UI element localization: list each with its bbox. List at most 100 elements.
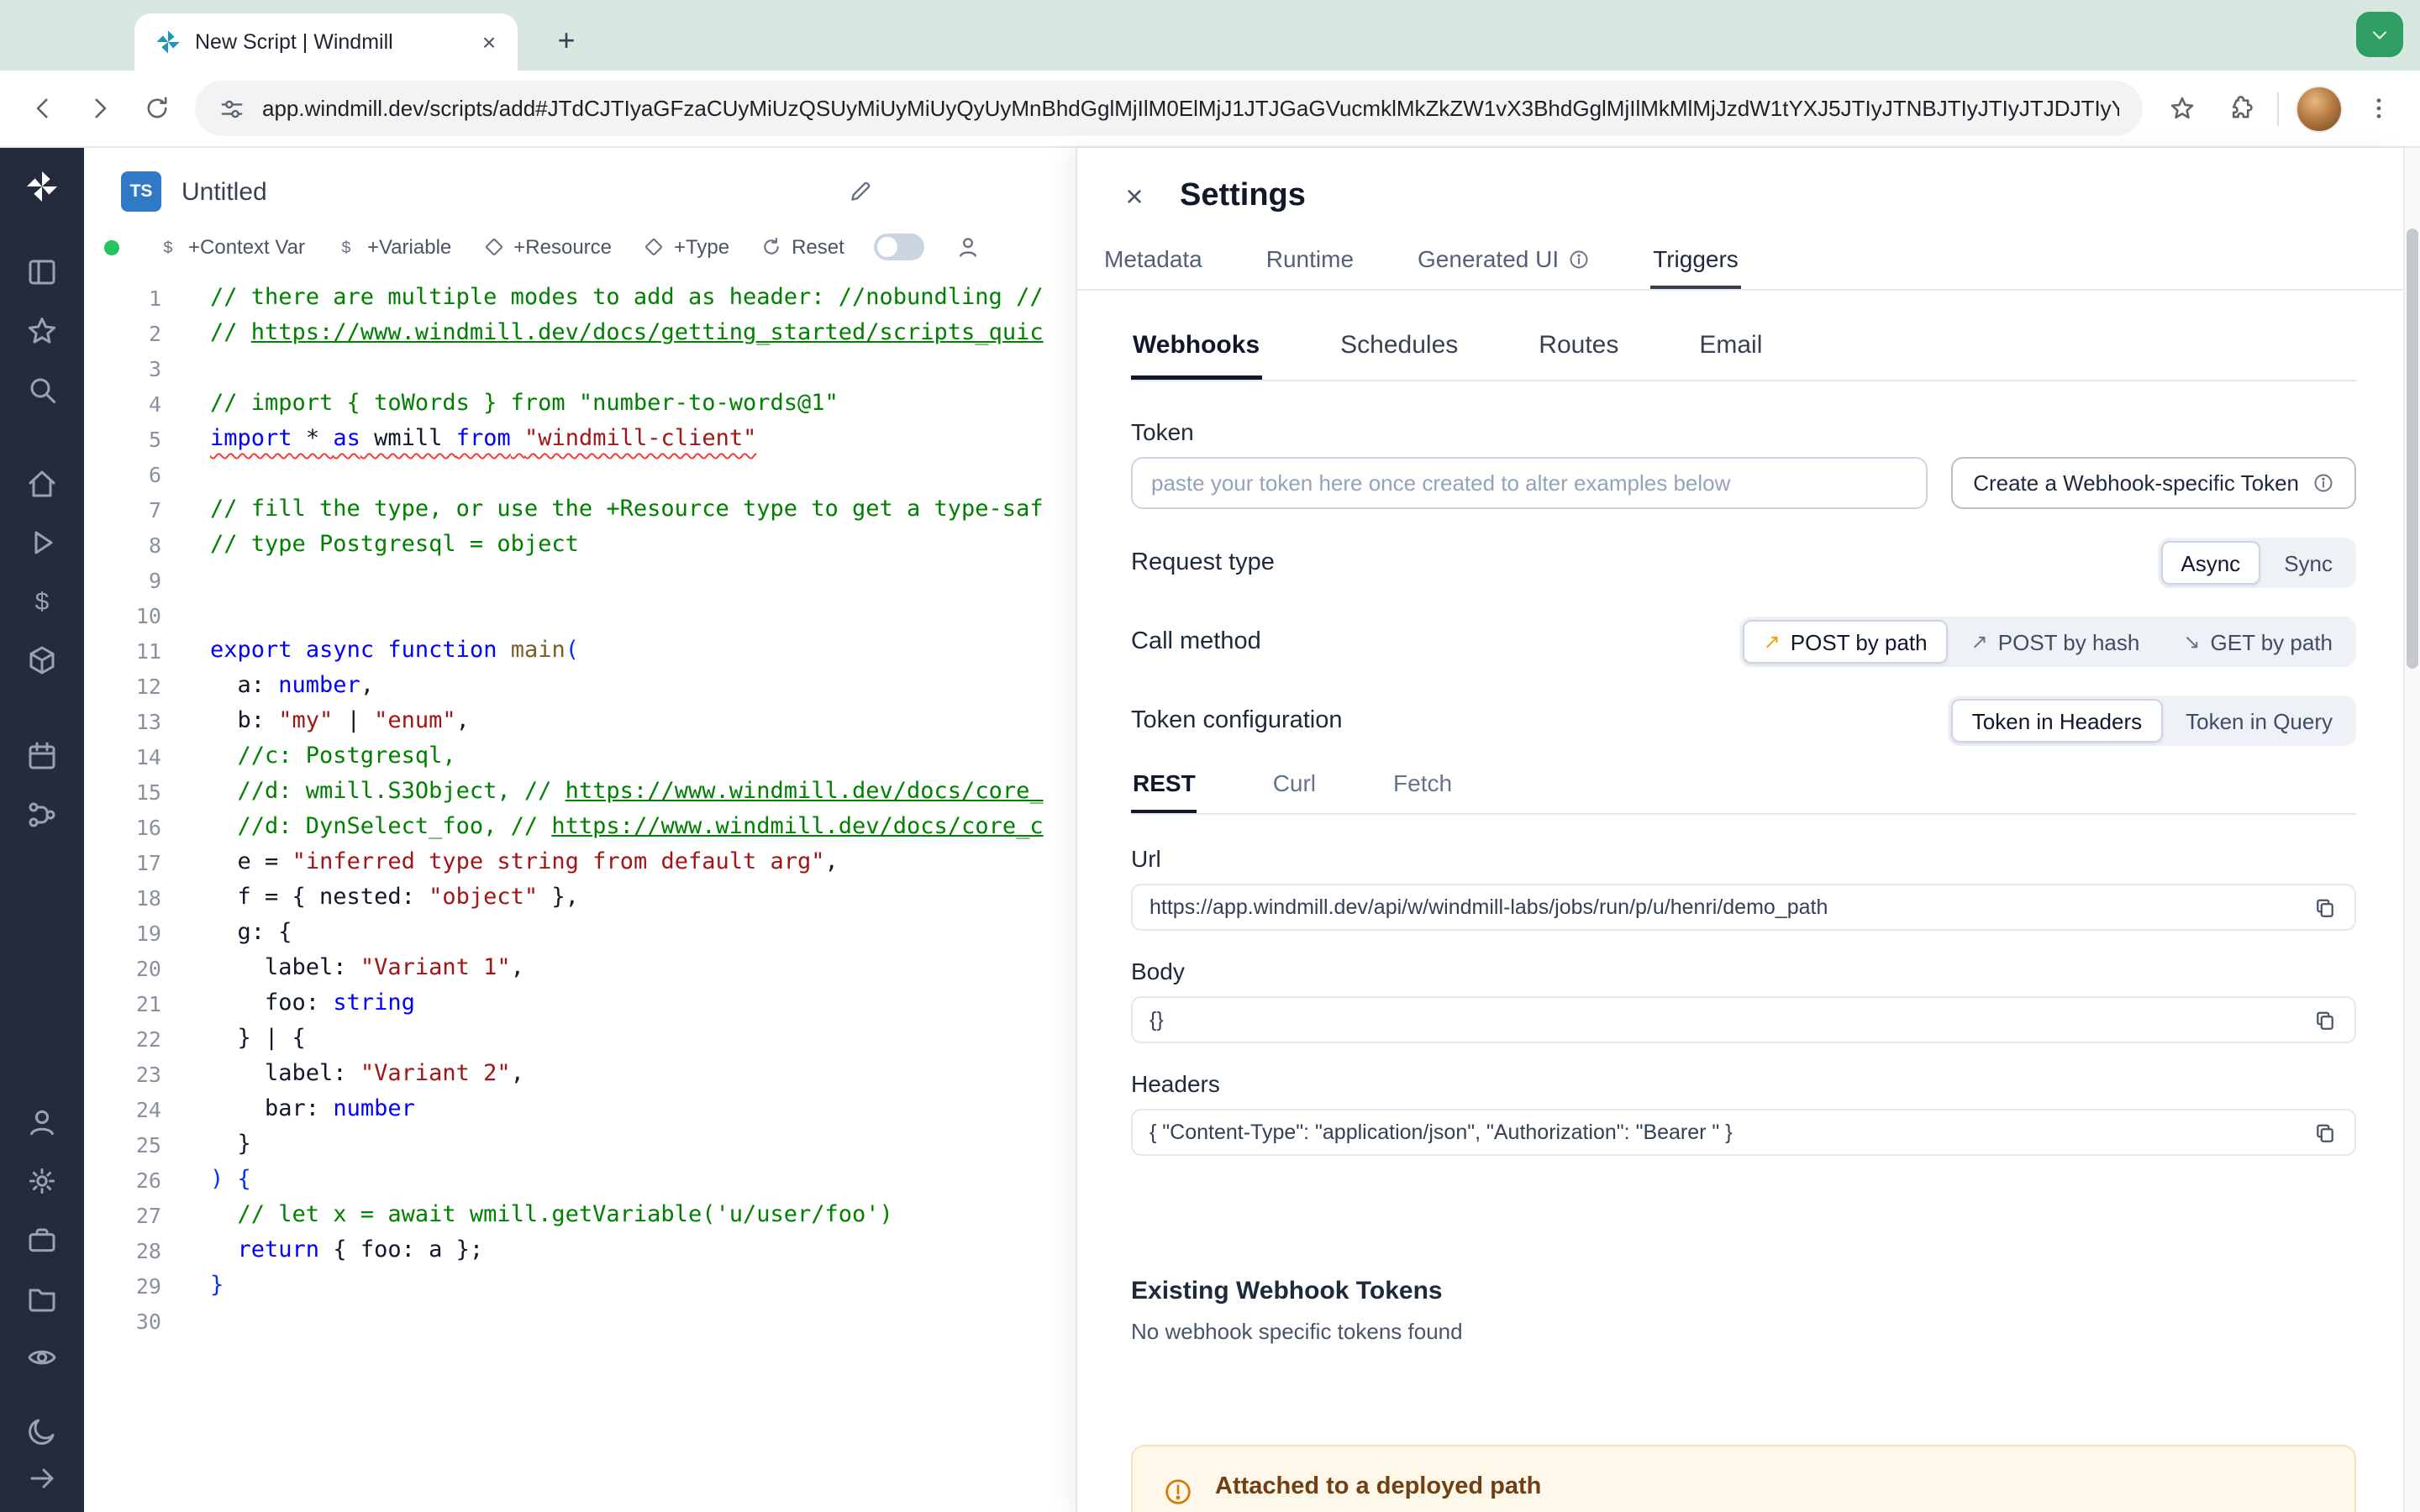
code-line[interactable]: 1 // there are multiple modes to add as h… (84, 281, 1076, 316)
code-line[interactable]: 30 (84, 1304, 1076, 1339)
body-value-box[interactable]: {} (1131, 996, 2356, 1043)
tab-triggers[interactable]: Triggers (1649, 239, 1742, 289)
resource-button[interactable]: +Resource (481, 235, 612, 259)
token-in-query-button[interactable]: Token in Query (2165, 699, 2353, 743)
flows-icon[interactable] (25, 798, 59, 832)
collapse-sidebar-icon[interactable] (25, 1462, 59, 1495)
code-line[interactable]: 27 // let x = await wmill.getVariable('u… (84, 1198, 1076, 1233)
post-by-path-button[interactable]: ↗ POST by path (1743, 620, 1948, 664)
code-line[interactable]: 2 // https://www.windmill.dev/docs/gettin… (84, 316, 1076, 351)
edit-title-pencil-icon[interactable] (847, 178, 874, 205)
code-line[interactable]: 9 (84, 563, 1076, 598)
tab-webhooks[interactable]: Webhooks (1131, 331, 1261, 380)
async-button[interactable]: Async (2160, 541, 2261, 585)
line-number: 18 (135, 885, 161, 911)
tab-rest[interactable]: REST (1131, 769, 1197, 813)
tab-routes[interactable]: Routes (1537, 331, 1620, 380)
reset-button[interactable]: Reset (760, 235, 844, 259)
copy-icon[interactable] (2312, 1120, 2338, 1145)
workspace-icon[interactable] (25, 255, 59, 289)
dark-mode-icon[interactable] (25, 1415, 59, 1448)
back-icon[interactable] (13, 80, 71, 137)
token-input[interactable] (1131, 457, 1928, 509)
code-line[interactable]: 20 label: "Variant 1", (84, 951, 1076, 986)
audit-logs-icon[interactable] (25, 1341, 59, 1374)
code-line[interactable]: 24 bar: number (84, 1092, 1076, 1127)
editor-toggle[interactable] (874, 234, 925, 260)
code-line[interactable]: 28 return { foo: a }; (84, 1233, 1076, 1268)
token-in-headers-button[interactable]: Token in Headers (1951, 699, 2163, 743)
url-value-box[interactable]: https://app.windmill.dev/api/w/windmill-… (1131, 884, 2356, 931)
code-editor[interactable]: 1 // there are multiple modes to add as h… (84, 281, 1076, 1339)
code-line[interactable]: 7 // fill the type, or use the +Resource … (84, 492, 1076, 528)
schedules-icon[interactable] (25, 739, 59, 773)
code-line[interactable]: 15 //d: wmill.S3Object, // https://www.w… (84, 774, 1076, 810)
code-line[interactable]: 12 a: number, (84, 669, 1076, 704)
tab-email[interactable]: Email (1697, 331, 1764, 380)
favorites-icon[interactable] (25, 314, 59, 348)
site-settings-icon[interactable] (218, 95, 245, 122)
copy-icon[interactable] (2312, 1007, 2338, 1032)
address-bar[interactable]: app.windmill.dev/scripts/add#JTdCJTIyaGF… (195, 81, 2143, 136)
search-icon[interactable] (25, 373, 59, 407)
close-icon[interactable]: × (1118, 179, 1151, 214)
sync-button[interactable]: Sync (2264, 541, 2353, 585)
code-line[interactable]: 18 f = { nested: "object" }, (84, 880, 1076, 916)
code-line[interactable]: 17 e = "inferred type string from defaul… (84, 845, 1076, 880)
code-line[interactable]: 5 import * as wmill from "windmill-client… (84, 422, 1076, 457)
code-line[interactable]: 16 //d: DynSelect_foo, // https://www.wi… (84, 810, 1076, 845)
request-type-label: Request type (1131, 549, 1275, 576)
account-icon[interactable] (25, 1105, 59, 1139)
code-line[interactable]: 19 g: { (84, 916, 1076, 951)
page-scrollbar[interactable] (2403, 148, 2420, 1512)
code-line[interactable]: 14 //c: Postgresql, (84, 739, 1076, 774)
tab-fetch[interactable]: Fetch (1392, 769, 1454, 813)
tab-curl[interactable]: Curl (1271, 769, 1318, 813)
tab-generated-ui[interactable]: Generated UI (1414, 239, 1592, 289)
get-by-path-button[interactable]: ↘ GET by path (2163, 620, 2353, 664)
extensions-icon[interactable] (2210, 80, 2267, 137)
copy-icon[interactable] (2312, 895, 2338, 920)
type-button[interactable]: +Type (642, 235, 729, 259)
tab-close-icon[interactable]: × (474, 27, 504, 57)
new-tab-button[interactable]: + (544, 18, 588, 62)
post-by-hash-button[interactable]: ↗ POST by hash (1951, 620, 2160, 664)
variables-icon[interactable]: $ (25, 585, 59, 618)
code-line[interactable]: 8 // type Postgresql = object (84, 528, 1076, 563)
code-line[interactable]: 26) { (84, 1163, 1076, 1198)
headers-value-box[interactable]: { "Content-Type": "application/json", "A… (1131, 1109, 2356, 1156)
code-line[interactable]: 6 (84, 457, 1076, 492)
code-line[interactable]: 11 export async function main( (84, 633, 1076, 669)
browser-menu-icon[interactable] (2349, 80, 2407, 137)
runs-icon[interactable] (25, 526, 59, 559)
code-line[interactable]: 4 // import { toWords } from "number-to-w… (84, 386, 1076, 422)
context-var-button[interactable]: $ +Context Var (156, 235, 305, 259)
variable-button[interactable]: $ +Variable (335, 235, 452, 259)
home-icon[interactable] (25, 467, 59, 501)
tab-runtime[interactable]: Runtime (1263, 239, 1357, 289)
scrollbar-thumb[interactable] (2407, 228, 2418, 669)
tab-metadata[interactable]: Metadata (1101, 239, 1206, 289)
code-line[interactable]: 22 } | { (84, 1021, 1076, 1057)
code-line[interactable]: 23 label: "Variant 2", (84, 1057, 1076, 1092)
code-line[interactable]: 13 b: "my" | "enum", (84, 704, 1076, 739)
resources-icon[interactable] (25, 643, 59, 677)
code-line[interactable]: 3 (84, 351, 1076, 386)
tab-schedules[interactable]: Schedules (1339, 331, 1460, 380)
windmill-logo-icon[interactable] (24, 168, 60, 205)
script-title[interactable]: Untitled (182, 177, 267, 206)
create-webhook-token-button[interactable]: Create a Webhook-specific Token (1951, 457, 2356, 509)
forward-icon[interactable] (71, 80, 128, 137)
profile-avatar[interactable] (2296, 85, 2343, 132)
browser-dropdown-button[interactable] (2356, 12, 2403, 57)
code-line[interactable]: 21 foo: string (84, 986, 1076, 1021)
workers-icon[interactable] (25, 1223, 59, 1257)
code-line[interactable]: 25 } (84, 1127, 1076, 1163)
folders-icon[interactable] (25, 1282, 59, 1315)
settings-icon[interactable] (25, 1164, 59, 1198)
code-line[interactable]: 29} (84, 1268, 1076, 1304)
code-line[interactable]: 10 (84, 598, 1076, 633)
reload-icon[interactable] (128, 80, 185, 137)
browser-tab[interactable]: New Script | Windmill × (134, 13, 518, 71)
bookmark-star-icon[interactable] (2153, 80, 2210, 137)
